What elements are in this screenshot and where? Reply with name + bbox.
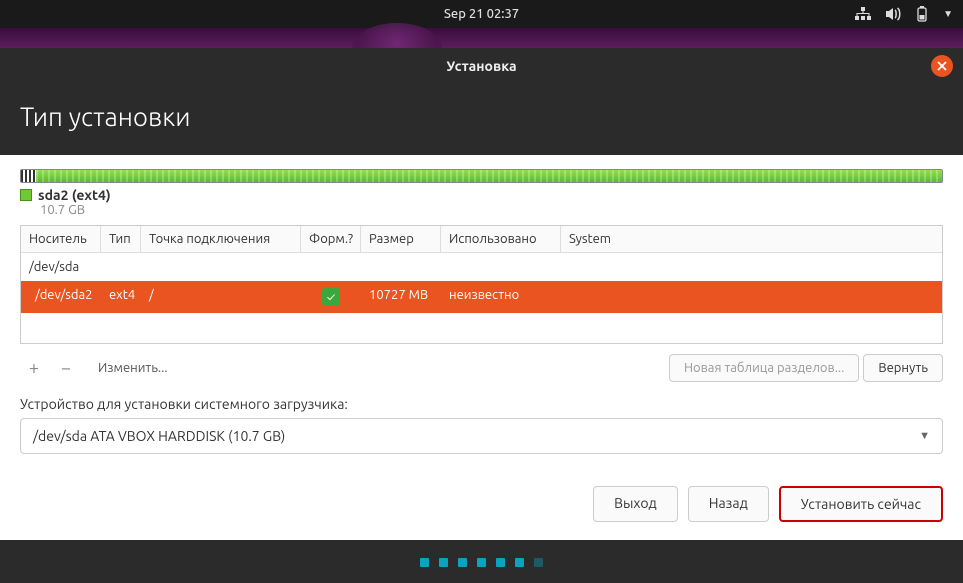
cell-mount <box>141 257 301 277</box>
cell-size: 10727 MB <box>361 285 441 309</box>
col-type[interactable]: Тип <box>101 226 141 252</box>
step-dot[interactable] <box>458 558 467 567</box>
step-dot[interactable] <box>477 558 486 567</box>
installer-window: Установка Тип установки sda2 (ext4) 10.7… <box>0 48 963 583</box>
partition-segment-head <box>21 170 36 182</box>
cell-system <box>561 285 942 309</box>
step-dot[interactable] <box>534 558 543 567</box>
partition-segment-sda2 <box>36 170 942 182</box>
partition-table: Носитель Тип Точка подключения Форм.? Ра… <box>20 225 943 344</box>
partition-name: sda2 (ext4) <box>38 187 111 203</box>
network-icon[interactable] <box>855 7 871 21</box>
new-partition-table-button[interactable]: Новая таблица разделов... <box>669 354 859 382</box>
table-row[interactable]: /dev/sda2 ext4 / ✓ 10727 MB неизвестно <box>21 281 942 313</box>
clock[interactable]: Sep 21 02:37 <box>444 7 519 21</box>
table-row[interactable]: /dev/sda <box>21 253 942 281</box>
window-title: Установка <box>446 58 516 74</box>
partition-size: 10.7 GB <box>40 203 943 217</box>
content-panel: sda2 (ext4) 10.7 GB Носитель Тип Точка п… <box>0 155 963 468</box>
change-partition-button[interactable]: Изменить... <box>84 355 182 381</box>
progress-dots <box>0 541 963 583</box>
step-dot[interactable] <box>420 558 429 567</box>
system-tray: ▼ <box>855 6 953 22</box>
cell-used: неизвестно <box>441 285 561 309</box>
cell-system <box>561 257 942 277</box>
chevron-down-icon[interactable]: ▼ <box>943 8 953 20</box>
page-title: Тип установки <box>0 84 963 155</box>
bootloader-label: Устройство для установки системного загр… <box>20 396 943 412</box>
step-dot[interactable] <box>515 558 524 567</box>
partition-swatch-icon <box>20 189 32 201</box>
chevron-down-icon: ▼ <box>919 430 930 442</box>
checkmark-icon[interactable]: ✓ <box>322 288 340 306</box>
cell-format <box>301 257 361 277</box>
col-device[interactable]: Носитель <box>21 226 101 252</box>
col-system[interactable]: System <box>561 226 942 252</box>
bootloader-value: /dev/sda ATA VBOX HARDDISK (10.7 GB) <box>33 428 285 444</box>
cell-format: ✓ <box>301 285 361 309</box>
col-used[interactable]: Использовано <box>441 226 561 252</box>
col-mount[interactable]: Точка подключения <box>141 226 301 252</box>
partition-bar[interactable]: sda2 (ext4) 10.7 GB <box>20 169 943 217</box>
nav-buttons: Выход Назад Установить сейчас <box>0 468 963 540</box>
table-header: Носитель Тип Точка подключения Форм.? Ра… <box>21 226 942 253</box>
bootloader-select[interactable]: /dev/sda ATA VBOX HARDDISK (10.7 GB) ▼ <box>20 418 943 454</box>
volume-icon[interactable] <box>885 7 901 21</box>
cell-size <box>361 257 441 277</box>
cell-type <box>101 257 141 277</box>
table-body: /dev/sda /dev/sda2 ext4 / ✓ 10727 MB неи… <box>21 253 942 343</box>
step-dot[interactable] <box>496 558 505 567</box>
battery-icon[interactable] <box>915 6 929 22</box>
quit-button[interactable]: Выход <box>593 486 678 522</box>
cell-used <box>441 257 561 277</box>
col-size[interactable]: Размер <box>361 226 441 252</box>
back-button[interactable]: Назад <box>688 486 769 522</box>
cell-device: /dev/sda <box>21 257 101 277</box>
step-dot[interactable] <box>439 558 448 567</box>
window-titlebar: Установка <box>0 48 963 84</box>
revert-button[interactable]: Вернуть <box>863 354 943 382</box>
remove-partition-button[interactable]: − <box>52 354 80 382</box>
system-topbar: Sep 21 02:37 ▼ <box>0 0 963 28</box>
add-partition-button[interactable]: + <box>20 354 48 382</box>
cell-mount: / <box>141 285 301 309</box>
col-format[interactable]: Форм.? <box>301 226 361 252</box>
cell-type: ext4 <box>101 285 141 309</box>
close-button[interactable] <box>931 55 953 77</box>
cell-device: /dev/sda2 <box>21 285 101 309</box>
install-now-button[interactable]: Установить сейчас <box>779 486 943 522</box>
table-toolbar: + − Изменить... Новая таблица разделов..… <box>20 354 943 382</box>
